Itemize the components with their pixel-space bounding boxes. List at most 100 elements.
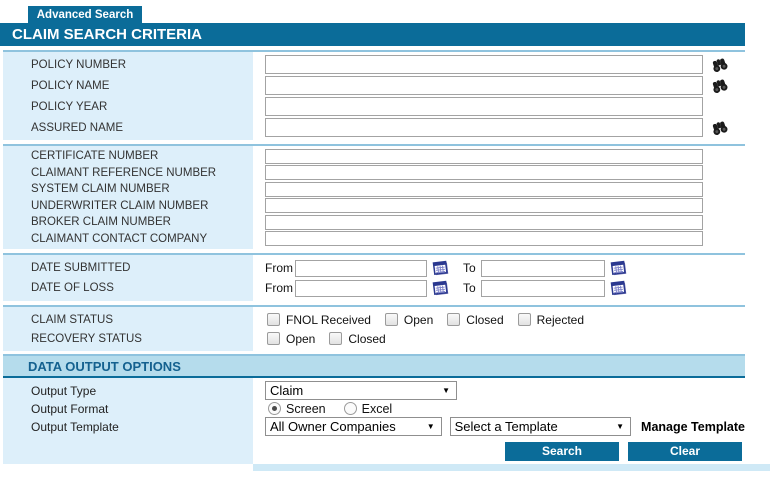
calendar-icon[interactable]	[610, 260, 627, 277]
checkbox-claim-closed[interactable]	[447, 313, 460, 326]
from-label: From	[265, 281, 295, 295]
date-submitted-label: DATE SUBMITTED	[3, 262, 253, 274]
output-format-screen-radio[interactable]	[268, 402, 281, 415]
calendar-icon[interactable]	[432, 260, 449, 277]
broker-claim-number-input[interactable]	[265, 215, 703, 230]
checkbox-label: Closed	[348, 332, 385, 346]
certificate-number-input[interactable]	[265, 149, 703, 164]
claim-status-row: CLAIM STATUS FNOL Received Open Closed R…	[3, 310, 745, 329]
binoculars-icon[interactable]	[711, 56, 728, 73]
claimant-reference-number-input[interactable]	[265, 165, 703, 180]
claim-numbers-section: CERTIFICATE NUMBER CLAIMANT REFERENCE NU…	[3, 144, 745, 249]
checkbox-label: Closed	[466, 313, 503, 327]
dropdown-arrow-icon: ▼	[616, 423, 624, 431]
page-title-bar: CLAIM SEARCH CRITERIA	[0, 23, 745, 46]
assured-name-label: ASSURED NAME	[3, 122, 253, 134]
tab-advanced-search[interactable]: Advanced Search	[28, 6, 142, 23]
output-format-excel-radio[interactable]	[344, 402, 357, 415]
output-format-row: Output Format Screen Excel	[3, 400, 745, 417]
system-claim-number-label: SYSTEM CLAIM NUMBER	[3, 183, 253, 195]
dropdown-arrow-icon: ▼	[442, 387, 450, 395]
checkbox-label: Rejected	[537, 313, 584, 327]
recovery-status-row: RECOVERY STATUS Open Closed	[3, 329, 745, 348]
bottom-strip	[253, 464, 770, 471]
field-row: CLAIMANT CONTACT COMPANY	[3, 231, 745, 248]
date-submitted-from-input[interactable]	[295, 260, 427, 277]
actions-row: Search Clear	[3, 438, 745, 464]
calendar-icon[interactable]	[610, 280, 627, 297]
underwriter-claim-number-input[interactable]	[265, 198, 703, 213]
checkbox-recovery-closed[interactable]	[329, 332, 342, 345]
data-output-options-header: DATA OUTPUT OPTIONS	[3, 354, 745, 378]
policy-number-label: POLICY NUMBER	[3, 59, 253, 71]
checkbox-claim-open[interactable]	[385, 313, 398, 326]
binoculars-icon[interactable]	[711, 119, 728, 136]
checkbox-rejected[interactable]	[518, 313, 531, 326]
dropdown-arrow-icon: ▼	[427, 423, 435, 431]
output-template-row: Output Template All Owner Companies ▼ Se…	[3, 417, 745, 436]
output-options-section: Output Type Claim ▼ Output Format Screen…	[3, 378, 745, 438]
checkbox-fnol-received[interactable]	[267, 313, 280, 326]
field-row: SYSTEM CLAIM NUMBER	[3, 181, 745, 198]
policy-year-input[interactable]	[265, 97, 703, 116]
claimant-contact-company-label: CLAIMANT CONTACT COMPANY	[3, 233, 253, 245]
broker-claim-number-label: BROKER CLAIM NUMBER	[3, 216, 253, 228]
system-claim-number-input[interactable]	[265, 182, 703, 197]
claim-status-label: CLAIM STATUS	[3, 314, 253, 326]
date-section: DATE SUBMITTED From To DATE OF LOSS From	[3, 253, 745, 301]
field-row: BROKER CLAIM NUMBER	[3, 214, 745, 231]
certificate-number-label: CERTIFICATE NUMBER	[3, 150, 253, 162]
checkbox-label: FNOL Received	[286, 313, 371, 327]
underwriter-claim-number-label: UNDERWRITER CLAIM NUMBER	[3, 200, 253, 212]
output-type-selected-value: Claim	[270, 383, 303, 398]
field-row: ASSURED NAME	[3, 117, 745, 138]
claimant-contact-company-input[interactable]	[265, 231, 703, 246]
template-company-selected-value: All Owner Companies	[270, 419, 396, 434]
search-button[interactable]: Search	[505, 442, 619, 461]
recovery-status-label: RECOVERY STATUS	[3, 333, 253, 345]
checkbox-recovery-open[interactable]	[267, 332, 280, 345]
output-type-label: Output Type	[3, 384, 253, 398]
status-section: CLAIM STATUS FNOL Received Open Closed R…	[3, 305, 745, 351]
policy-name-input[interactable]	[265, 76, 703, 95]
policy-name-label: POLICY NAME	[3, 80, 253, 92]
clear-button[interactable]: Clear	[628, 442, 742, 461]
date-submitted-to-input[interactable]	[481, 260, 605, 277]
date-row: DATE OF LOSS From To	[3, 278, 745, 298]
field-row: POLICY YEAR	[3, 96, 745, 117]
output-format-label: Output Format	[3, 402, 253, 416]
claim-search-page: Advanced Search CLAIM SEARCH CRITERIA PO…	[0, 6, 770, 477]
field-row: POLICY NAME	[3, 75, 745, 96]
field-row: POLICY NUMBER	[3, 54, 745, 75]
radio-label: Excel	[362, 402, 393, 416]
page-title: CLAIM SEARCH CRITERIA	[12, 26, 202, 43]
radio-label: Screen	[286, 402, 326, 416]
field-row: CERTIFICATE NUMBER	[3, 148, 745, 165]
policy-year-label: POLICY YEAR	[3, 101, 253, 113]
checkbox-label: Open	[404, 313, 433, 327]
tab-label: Advanced Search	[37, 9, 134, 21]
output-template-label: Output Template	[3, 420, 253, 434]
from-label: From	[265, 261, 295, 275]
template-company-select[interactable]: All Owner Companies ▼	[265, 417, 442, 436]
template-select[interactable]: Select a Template ▼	[450, 417, 631, 436]
assured-name-input[interactable]	[265, 118, 703, 137]
data-output-options-title: DATA OUTPUT OPTIONS	[3, 359, 181, 374]
to-label: To	[463, 281, 481, 295]
calendar-icon[interactable]	[432, 280, 449, 297]
icon-spacer	[711, 98, 728, 115]
binoculars-icon[interactable]	[711, 77, 728, 94]
checkbox-label: Open	[286, 332, 315, 346]
date-of-loss-label: DATE OF LOSS	[3, 282, 253, 294]
policy-section: POLICY NUMBER POLICY NAME	[3, 50, 745, 140]
field-row: UNDERWRITER CLAIM NUMBER	[3, 198, 745, 215]
date-of-loss-to-input[interactable]	[481, 280, 605, 297]
claimant-reference-number-label: CLAIMANT REFERENCE NUMBER	[3, 167, 253, 179]
output-type-select[interactable]: Claim ▼	[265, 381, 457, 400]
manage-template-link[interactable]: Manage Template	[641, 420, 745, 434]
output-type-row: Output Type Claim ▼	[3, 381, 745, 400]
date-row: DATE SUBMITTED From To	[3, 258, 745, 278]
policy-number-input[interactable]	[265, 55, 703, 74]
date-of-loss-from-input[interactable]	[295, 280, 427, 297]
field-row: CLAIMANT REFERENCE NUMBER	[3, 165, 745, 182]
